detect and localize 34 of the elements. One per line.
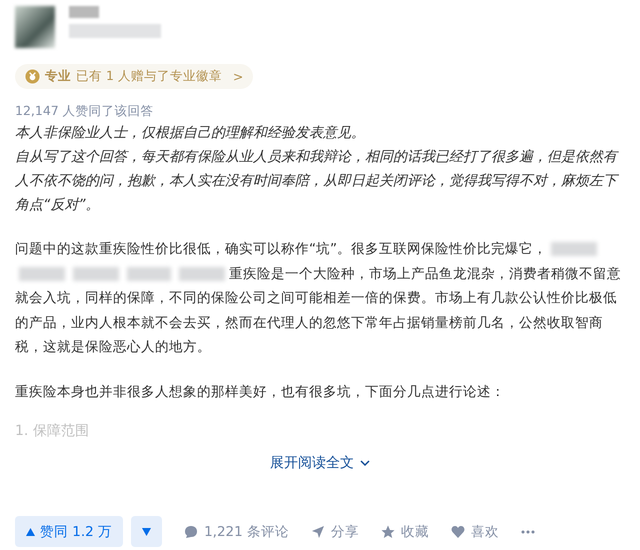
heart-icon bbox=[451, 525, 466, 538]
blurred-name bbox=[69, 6, 99, 18]
redacted-text bbox=[551, 242, 598, 256]
favorite-button[interactable]: 收藏 bbox=[381, 520, 430, 542]
paper-plane-icon bbox=[311, 524, 326, 538]
triangle-up-icon bbox=[26, 528, 35, 536]
downvote-button[interactable] bbox=[131, 516, 162, 547]
chevron-down-icon bbox=[360, 459, 370, 467]
redacted-text bbox=[179, 266, 225, 281]
share-button[interactable]: 分享 bbox=[311, 520, 360, 542]
comment-icon bbox=[184, 524, 198, 538]
redacted-text bbox=[19, 266, 65, 281]
disclaimer-text: 本人非保险业人士，仅根据自己的理解和经验发表意见。 bbox=[15, 124, 366, 143]
badge-label: 专业 bbox=[45, 68, 71, 85]
star-icon bbox=[381, 524, 396, 538]
triangle-down-icon bbox=[142, 528, 152, 536]
redacted-text bbox=[73, 266, 119, 281]
paragraph-text: 重疾险本身也并非很多人想象的那样美好，也有很多坑，下面分几点进行论述： bbox=[15, 384, 505, 400]
faded-heading: 1. 保障范围 bbox=[15, 422, 90, 440]
avatar[interactable] bbox=[15, 6, 55, 48]
like-button[interactable]: 喜欢 bbox=[451, 520, 500, 542]
paragraph-text: 就会入坑，同样的保障，不同的保险公司之间可能相差一倍的保费。市场上有几款公认性价比极低的产品，业内人根本就不会去买，然而在代理人的忽悠下常年占据销量榜前几名，公然收取智商税，这就是保险恶心人的地方。 bbox=[15, 290, 617, 355]
paragraph-text: 问题中的这款重疾险性价比很低，确实可以称作“坑”。很多互联网保险性价比完爆它， bbox=[15, 241, 548, 257]
comments-button[interactable]: 1,221 条评论 bbox=[184, 520, 290, 542]
badge-pill[interactable]: 专业 已有 1 人赠与了专业徽章 > bbox=[15, 64, 254, 89]
expand-button[interactable]: 展开阅读全文 bbox=[266, 452, 374, 474]
medal-icon bbox=[25, 69, 40, 84]
disclaimer-text: 自从写了这个回答，每天都有保险从业人员来和我辩论，相同的话我已经打了很多遍，但是依然有人不依不饶的问，抱歉，本人实在没有时间奉陪，从即日起关闭评论，觉得我写得不对，麻烦左下角点“反对”。 bbox=[15, 148, 620, 215]
badge-text: 已有 1 人赠与了专业徽章 bbox=[76, 68, 222, 85]
chevron-icon: > bbox=[232, 69, 244, 84]
redacted-text bbox=[127, 266, 171, 281]
upvote-button[interactable]: 赞同 1.2 万 bbox=[15, 516, 124, 547]
vote-summary: 12,147 人赞同了该回答 bbox=[15, 102, 155, 120]
paragraph-text: 重疾险是一个大险种，市场上产品鱼龙混杂，消费者稍微不留意 bbox=[229, 266, 621, 282]
